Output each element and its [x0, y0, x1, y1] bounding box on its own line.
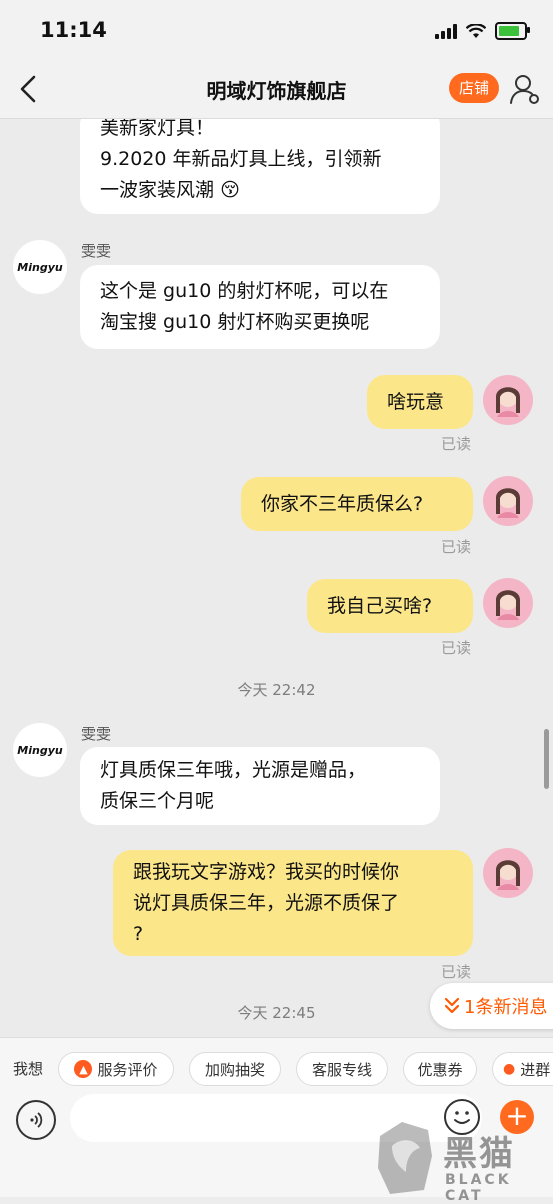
- sender-name: 雯雯: [81, 242, 112, 260]
- read-status: 已读: [441, 963, 472, 981]
- user-settings-icon[interactable]: [508, 72, 542, 106]
- thumbs-up-icon: ▲: [74, 1060, 93, 1078]
- quick-action-bar: 我想 ▲ 服务评价 加购抽奖 客服专线 优惠券 ● 进群: [0, 1037, 553, 1098]
- user-avatar[interactable]: [483, 476, 533, 526]
- user-avatar[interactable]: [483, 578, 533, 628]
- message-line: 淘宝搜 gu10 射灯杯购买更换呢: [100, 311, 370, 333]
- chip-label: 进群: [520, 1060, 551, 1079]
- quick-label: 我想: [13, 1060, 44, 1078]
- chip-label: 优惠券: [417, 1060, 463, 1079]
- message-bubble-shop: 美新家灯具！ 9.2020 年新品灯具上线，引领新 一波家装风潮 😚: [80, 119, 440, 214]
- watermark-text: 黑猫: [443, 1134, 515, 1174]
- user-avatar[interactable]: [483, 375, 533, 425]
- message-bubble-shop: 这个是 gu10 的射灯杯呢，可以在 淘宝搜 gu10 射灯杯购买更换呢: [80, 265, 440, 349]
- user-avatar-image: [483, 476, 533, 526]
- message-line: 灯具质保三年哦，光源是赠品，: [100, 759, 367, 781]
- chip-add-cart-lottery[interactable]: 加购抽奖: [189, 1052, 281, 1086]
- shop-avatar[interactable]: Mingyu: [13, 240, 67, 294]
- user-avatar-image: [483, 848, 533, 898]
- message-line: 这个是 gu10 的射灯杯呢，可以在: [100, 280, 389, 302]
- voice-icon: [30, 1112, 43, 1128]
- read-status: 已读: [441, 639, 472, 657]
- shop-logo: Mingyu: [17, 260, 63, 274]
- chip-service-review[interactable]: ▲ 服务评价: [58, 1052, 174, 1086]
- message-bubble-self: 我自己买啥?: [307, 579, 473, 633]
- read-status: 已读: [441, 435, 472, 453]
- new-message-label: 1条新消息: [464, 997, 548, 1018]
- scrollbar[interactable]: [544, 729, 549, 789]
- message-text: 你家不三年质保么?: [261, 492, 424, 515]
- read-status: 已读: [441, 538, 472, 556]
- message-line: 说灯具质保三年，光源不质保了: [133, 891, 400, 914]
- chip-join-group[interactable]: ● 进群: [492, 1052, 553, 1086]
- message-line: 美新家灯具！: [100, 119, 215, 139]
- message-bubble-self: 你家不三年质保么?: [241, 477, 473, 531]
- chip-label: 客服专线: [311, 1060, 372, 1079]
- status-time: 11:14: [40, 18, 107, 42]
- double-chevron-down-icon: [444, 997, 460, 1014]
- chip-label: 服务评价: [97, 1060, 158, 1079]
- timestamp: 今天 22:42: [237, 681, 316, 699]
- message-line: 一波家装风潮: [100, 179, 215, 201]
- chip-coupon[interactable]: 优惠券: [403, 1052, 477, 1086]
- voice-button[interactable]: [16, 1100, 56, 1140]
- message-text: 我自己买啥?: [327, 594, 433, 617]
- message-line: ?: [133, 922, 144, 945]
- new-message-button[interactable]: 1条新消息: [430, 983, 553, 1029]
- chip-label: 加购抽奖: [204, 1060, 265, 1079]
- message-text: 啥玩意: [387, 390, 445, 413]
- message-line: 跟我玩文字游戏？我买的时候你: [133, 860, 400, 883]
- group-icon: ●: [503, 1061, 516, 1077]
- blushing-emoji-icon: 😚: [220, 179, 240, 201]
- status-icons: [435, 22, 530, 40]
- status-bar: 11:14: [0, 0, 553, 60]
- message-bubble-shop: 灯具质保三年哦，光源是赠品， 质保三个月呢: [80, 747, 440, 825]
- chat-area[interactable]: 美新家灯具！ 9.2020 年新品灯具上线，引领新 一波家装风潮 😚 Mingy…: [0, 119, 553, 1037]
- nav-bar: 明域灯饰旗舰店 店铺: [0, 60, 553, 119]
- battery-icon: [495, 22, 530, 40]
- message-line: 9.2020 年新品灯具上线，引领新: [100, 148, 382, 170]
- message-bubble-self: 跟我玩文字游戏？我买的时候你 说灯具质保三年，光源不质保了 ?: [113, 850, 473, 956]
- user-avatar-image: [483, 578, 533, 628]
- shop-logo: Mingyu: [17, 743, 63, 757]
- user-avatar[interactable]: [483, 848, 533, 898]
- message-line: 质保三个月呢: [100, 790, 215, 812]
- message-bubble-self: 啥玩意: [367, 375, 473, 429]
- chip-service-hotline[interactable]: 客服专线: [296, 1052, 388, 1086]
- user-avatar-image: [483, 375, 533, 425]
- store-button[interactable]: 店铺: [449, 73, 499, 103]
- wifi-icon: [466, 23, 486, 38]
- shop-avatar[interactable]: Mingyu: [13, 723, 67, 777]
- signal-icon: [435, 23, 457, 39]
- sender-name: 雯雯: [81, 725, 112, 743]
- watermark-subtext: BLACK CAT: [445, 1172, 512, 1204]
